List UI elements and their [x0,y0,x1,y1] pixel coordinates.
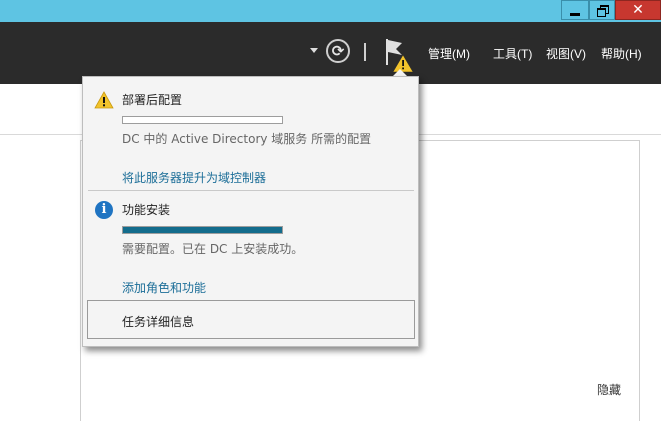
notification-title-post-deploy: 部署后配置 [122,93,183,107]
promote-dc-link[interactable]: 将此服务器提升为域控制器 [122,169,266,186]
restore-button[interactable] [589,0,615,20]
task-details-button[interactable]: 任务详细信息 [87,300,415,339]
task-details-label: 任务详细信息 [122,315,195,329]
flag-warning-icon[interactable] [384,37,414,73]
progress-bar-post-deploy [122,116,283,124]
restore-icon [596,5,609,17]
separator [364,43,366,61]
progress-bar-feature-install [122,226,283,234]
close-icon: ✕ [632,2,644,18]
notification-desc-feature-install: 需要配置。已在 DC 上安装成功。 [122,242,304,256]
warning-icon [94,91,114,109]
progress-fill [123,227,282,233]
close-button[interactable]: ✕ [615,0,661,20]
minimize-button[interactable] [561,0,589,20]
refresh-icon[interactable]: ⟳ [326,39,350,63]
menu-manage[interactable]: 管理(M) [428,45,470,62]
notification-title-feature-install: 功能安装 [122,203,171,217]
notification-desc-post-deploy: DC 中的 Active Directory 域服务 所需的配置 [122,132,372,146]
divider [88,190,414,191]
menu-tools[interactable]: 工具(T) [493,45,532,62]
add-roles-features-link[interactable]: 添加角色和功能 [122,279,206,296]
chevron-down-icon[interactable] [310,48,318,53]
menu-help[interactable]: 帮助(H) [601,45,642,62]
minimize-icon [570,12,580,16]
hide-link[interactable]: 隐藏 [597,381,621,398]
menu-view[interactable]: 视图(V) [546,45,586,62]
info-icon: i [95,201,113,219]
notifications-popup: 部署后配置 DC 中的 Active Directory 域服务 所需的配置 将… [82,76,419,347]
